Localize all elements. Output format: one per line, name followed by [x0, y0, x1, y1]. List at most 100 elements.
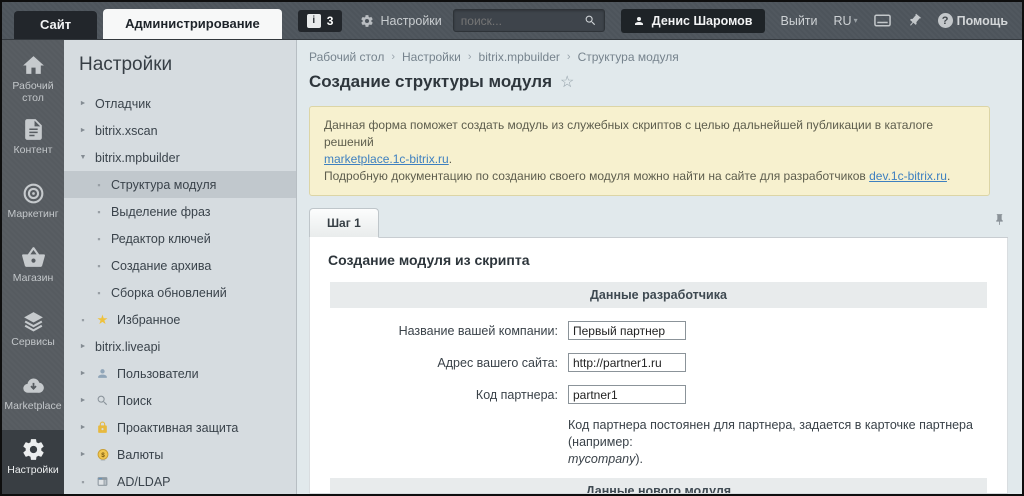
menu-item-bitrix-liveapi[interactable]: ► bitrix.liveapi: [64, 333, 296, 360]
breadcrumb-link[interactable]: Настройки: [402, 50, 461, 64]
wizard-tab-row: Шаг 1: [309, 208, 1008, 238]
sidebar-item-label: Маркетинг: [7, 208, 59, 220]
menu-item-bitrix-mpbuilder[interactable]: ▼ bitrix.mpbuilder: [64, 144, 296, 171]
sidebar-item-settings[interactable]: Настройки: [2, 430, 64, 494]
section-developer-data: Данные разработчика: [330, 282, 987, 308]
user-icon: [633, 15, 645, 27]
favorite-star-icon[interactable]: ☆: [560, 72, 574, 92]
home-icon: [21, 53, 46, 78]
triangle-collapsed-icon: ►: [79, 343, 87, 350]
menu-item-label: Сборка обновлений: [111, 285, 227, 300]
topbar-settings-label: Настройки: [380, 13, 442, 28]
menu-item-module-structure[interactable]: ▪ Структура модуля: [64, 171, 296, 198]
menu-item-bitrix-xscan[interactable]: ► bitrix.xscan: [64, 117, 296, 144]
tab-administration[interactable]: Администрирование: [103, 9, 282, 39]
info-icon: i: [306, 13, 321, 28]
sidebar-item-services[interactable]: Сервисы: [2, 302, 64, 366]
menu-item-label: Редактор ключей: [111, 231, 211, 246]
star-icon: ★: [96, 312, 109, 327]
menu-item-label: Выделение фраз: [111, 204, 211, 219]
menu-item-debugger[interactable]: ► Отладчик: [64, 90, 296, 117]
menu-item-archive-creation[interactable]: ▪ Создание архива: [64, 252, 296, 279]
menu-item-label: Проактивная защита: [117, 420, 239, 435]
menu-item-key-editor[interactable]: ▪ Редактор ключей: [64, 225, 296, 252]
menu-item-label: Пользователи: [117, 366, 199, 381]
menu-item-favorites[interactable]: ▪ ★ Избранное: [64, 306, 296, 333]
form-row-partner-note: Код партнера постоянен для партнера, зад…: [330, 417, 987, 468]
document-icon: [21, 117, 46, 142]
currency-icon: $: [95, 447, 110, 462]
site-url-label: Адрес вашего сайта:: [437, 355, 558, 370]
sidebar-item-content[interactable]: Контент: [2, 110, 64, 174]
section-new-module-data: Данные нового модуля: [330, 478, 987, 493]
form-row-partner-code: Код партнера:: [330, 385, 987, 404]
partner-code-input[interactable]: [568, 385, 686, 404]
gear-icon: [21, 437, 46, 462]
layers-icon: [21, 309, 46, 334]
bullet-icon: ▪: [81, 314, 85, 325]
breadcrumb-current[interactable]: Структура модуля: [578, 50, 679, 64]
sidebar-item-label: Marketplace: [4, 400, 62, 412]
menu-item-phrase-highlight[interactable]: ▪ Выделение фраз: [64, 198, 296, 225]
sidebar-item-marketplace[interactable]: Marketplace: [2, 366, 64, 430]
language-selector[interactable]: RU ▾: [834, 14, 858, 28]
menu-item-label: bitrix.liveapi: [95, 339, 161, 354]
language-code: RU: [833, 13, 852, 28]
menu-item-label: Структура модуля: [111, 177, 217, 192]
pin-icon[interactable]: [907, 13, 922, 28]
menu-item-label: Создание архива: [111, 258, 212, 273]
help-button[interactable]: ? Помощь: [937, 13, 1008, 28]
menu-item-currencies[interactable]: ► $ Валюты: [64, 441, 296, 468]
breadcrumb-link[interactable]: bitrix.mpbuilder: [479, 50, 560, 64]
breadcrumb-link[interactable]: Рабочий стол: [309, 50, 384, 64]
company-name-input[interactable]: [568, 321, 686, 340]
menu-item-update-build[interactable]: ▪ Сборка обновлений: [64, 279, 296, 306]
chevron-down-icon: ▾: [853, 16, 858, 25]
target-icon: [21, 181, 46, 206]
settings-menu: Настройки ► Отладчик ► bitrix.xscan ▼ bi…: [64, 40, 297, 494]
breadcrumb-separator-icon: ›: [566, 51, 571, 63]
site-admin-tabs: Сайт Администрирование: [14, 2, 282, 39]
lock-icon: [95, 420, 110, 435]
search-input[interactable]: [460, 13, 584, 28]
search-box[interactable]: [452, 9, 605, 32]
sidebar-item-shop[interactable]: Магазин: [2, 238, 64, 302]
menu-item-ad-ldap[interactable]: ▪ AD/LDAP: [64, 468, 296, 494]
tab-site[interactable]: Сайт: [14, 11, 98, 39]
form-row-site-url: Адрес вашего сайта:: [330, 353, 987, 372]
marketplace-link[interactable]: marketplace.1c-bitrix.ru: [324, 152, 449, 166]
svg-text:$: $: [101, 451, 105, 458]
menu-item-label: bitrix.xscan: [95, 123, 158, 138]
tab-step1[interactable]: Шаг 1: [309, 208, 379, 238]
menu-item-label: AD/LDAP: [117, 474, 171, 489]
notifications-button[interactable]: i 3: [297, 9, 343, 32]
form-title: Создание модуля из скрипта: [328, 252, 530, 268]
sidebar-item-desktop[interactable]: Рабочий стол: [2, 46, 64, 110]
sidebar-item-label: Сервисы: [11, 336, 55, 348]
user-menu-button[interactable]: Денис Шаромов: [620, 8, 765, 33]
notification-count: 3: [326, 13, 334, 28]
menu-item-label: Избранное: [117, 312, 181, 327]
cloud-download-icon: [21, 373, 46, 398]
search-icon[interactable]: [584, 14, 597, 27]
sidebar-item-label: Контент: [13, 144, 53, 156]
page-title: Создание структуры модуля: [309, 72, 552, 91]
breadcrumb: Рабочий стол › Настройки › bitrix.mpbuil…: [309, 50, 1008, 64]
info-message: Данная форма поможет создать модуль из с…: [309, 106, 990, 196]
breadcrumb-separator-icon: ›: [467, 51, 472, 63]
info-period: .: [448, 152, 453, 166]
topbar-settings-button[interactable]: Настройки: [360, 13, 442, 28]
menu-item-users[interactable]: ► Пользователи: [64, 360, 296, 387]
menu-item-proactive-protection[interactable]: ► Проактивная защита: [64, 414, 296, 441]
triangle-expanded-icon: ▼: [79, 154, 87, 161]
sidebar-item-marketing[interactable]: Маркетинг: [2, 174, 64, 238]
menu-item-search[interactable]: ► Поиск: [64, 387, 296, 414]
menu-item-label: Валюты: [117, 447, 164, 462]
site-url-input[interactable]: [568, 353, 686, 372]
menu-item-label: bitrix.mpbuilder: [95, 150, 180, 165]
hotkeys-panel-icon[interactable]: [873, 14, 891, 27]
pin-icon[interactable]: [993, 212, 1006, 232]
dev-site-link[interactable]: dev.1c-bitrix.ru: [869, 169, 947, 183]
gear-icon: [360, 14, 374, 28]
logout-link[interactable]: Выйти: [781, 14, 818, 28]
